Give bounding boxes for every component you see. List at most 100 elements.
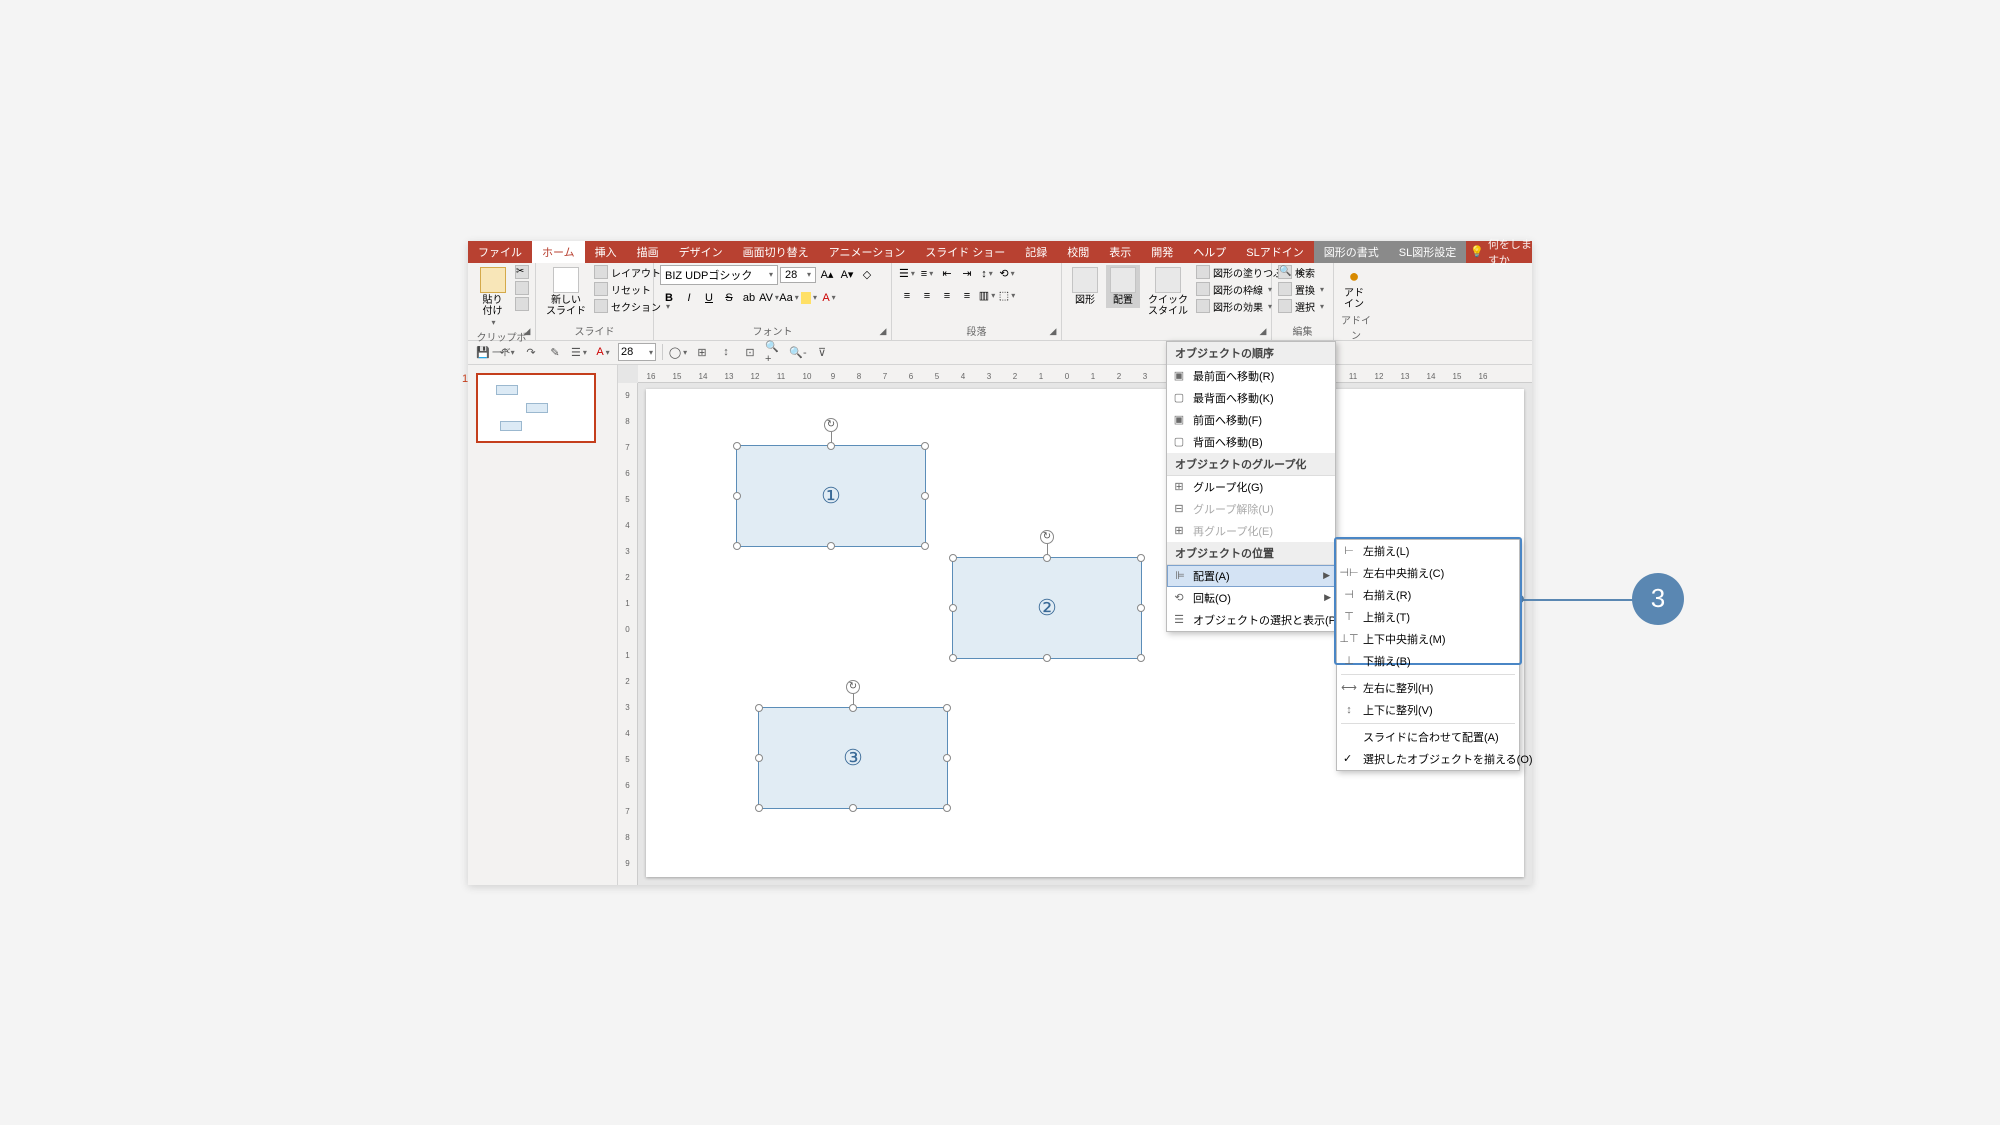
columns-button[interactable]: ▥▾ [978, 287, 996, 305]
menu-header-group: オブジェクトのグループ化 [1167, 453, 1335, 476]
case-button[interactable]: Aa▾ [780, 289, 798, 307]
align-left[interactable]: ⊢左揃え(L) [1337, 540, 1519, 562]
highlight-button[interactable]: ▾ [800, 289, 818, 307]
eraser-icon: ◇ [863, 268, 871, 281]
tab-draw[interactable]: 描画 [627, 241, 669, 263]
numbering-button[interactable]: ≡▾ [918, 265, 936, 283]
indent-dec-button[interactable]: ⇤ [938, 265, 956, 283]
qat-icon-1[interactable]: ✎ [546, 343, 564, 361]
group[interactable]: ⊞グループ化(G) [1167, 476, 1335, 498]
drawing-dialog-launcher[interactable]: ◢ [1257, 326, 1269, 338]
tab-view[interactable]: 表示 [1099, 241, 1141, 263]
strike-button[interactable]: S [720, 289, 738, 307]
format-painter-button[interactable] [515, 297, 529, 311]
tab-animations[interactable]: アニメーション [819, 241, 916, 263]
tab-help[interactable]: ヘルプ [1183, 241, 1236, 263]
font-dialog-launcher[interactable]: ◢ [877, 326, 889, 338]
align-center-h[interactable]: ⊣⊢左右中央揃え(C) [1337, 562, 1519, 584]
align-bottom[interactable]: ⊥下揃え(B) [1337, 650, 1519, 672]
tab-home[interactable]: ホーム [532, 241, 585, 263]
qat-distribute[interactable]: ↕ [717, 343, 735, 361]
tab-slideshow[interactable]: スライド ショー [915, 241, 1015, 263]
new-slide-button[interactable]: 新しい スライド [542, 265, 590, 319]
selection-pane[interactable]: ☰オブジェクトの選択と表示(P)... [1167, 609, 1335, 631]
justify-button[interactable]: ≡ [958, 287, 976, 305]
qat-align[interactable]: ⊞ [693, 343, 711, 361]
cut-button[interactable]: ✂ [515, 265, 529, 279]
increase-font-button[interactable]: A▴ [818, 266, 836, 284]
distribute-v[interactable]: ↕上下に整列(V) [1337, 699, 1519, 721]
shapes-button[interactable]: 図形 [1068, 265, 1102, 308]
quick-styles-button[interactable]: クイック スタイル [1144, 265, 1192, 319]
qat-fontcolor[interactable]: A▾ [594, 343, 612, 361]
tab-developer[interactable]: 開発 [1141, 241, 1183, 263]
spacing-button[interactable]: AV▾ [760, 289, 778, 307]
qat-bullets[interactable]: ☰▾ [570, 343, 588, 361]
bring-to-front[interactable]: ▣最前面へ移動(R) [1167, 365, 1335, 387]
shadow-button[interactable]: ab [740, 289, 758, 307]
italic-button[interactable]: I [680, 289, 698, 307]
align-submenu[interactable]: ⊫配置(A)▶ [1167, 565, 1335, 587]
align-center-button[interactable]: ≡ [918, 287, 936, 305]
tell-me-search[interactable]: 💡 何をしますか [1470, 241, 1532, 263]
align-left-button[interactable]: ≡ [898, 287, 916, 305]
replace-button[interactable]: 置換▾ [1278, 282, 1324, 297]
send-to-back[interactable]: ▢最背面へ移動(K) [1167, 387, 1335, 409]
tab-transitions[interactable]: 画面切り替え [733, 241, 819, 263]
select-button[interactable]: 選択▾ [1278, 299, 1324, 314]
tab-record[interactable]: 記録 [1015, 241, 1057, 263]
qat-zoomin[interactable]: 🔍+ [765, 343, 783, 361]
send-backward[interactable]: ▢背面へ移動(B) [1167, 431, 1335, 453]
bullets-button[interactable]: ☰▾ [898, 265, 916, 283]
align-icon: ⊫ [1172, 568, 1188, 584]
qat-crop[interactable]: ⊡ [741, 343, 759, 361]
decrease-font-button[interactable]: A▾ [838, 266, 856, 284]
font-color-button[interactable]: A▾ [820, 289, 838, 307]
qat-customize[interactable]: ⊽ [813, 343, 831, 361]
tab-file[interactable]: ファイル [468, 241, 532, 263]
underline-button[interactable]: U [700, 289, 718, 307]
rotation-handle-icon[interactable] [1040, 530, 1054, 544]
paragraph-dialog-launcher[interactable]: ◢ [1047, 326, 1059, 338]
shape-1[interactable]: ① [736, 445, 926, 547]
paste-button[interactable]: 貼り付け ▾ [474, 265, 511, 330]
copy-button[interactable] [515, 281, 529, 295]
line-spacing-button[interactable]: ↕▾ [978, 265, 996, 283]
align-right[interactable]: ⊣右揃え(R) [1337, 584, 1519, 606]
arrange-button[interactable]: 配置 [1106, 265, 1140, 308]
clipboard-dialog-launcher[interactable]: ◢ [521, 326, 533, 338]
slide-thumbnail-1[interactable] [476, 373, 596, 443]
align-to-slide[interactable]: スライドに合わせて配置(A) [1337, 726, 1519, 748]
align-right-button[interactable]: ≡ [938, 287, 956, 305]
tab-review[interactable]: 校閲 [1057, 241, 1099, 263]
smartart-button[interactable]: ⬚▾ [998, 287, 1016, 305]
bold-button[interactable]: B [660, 289, 678, 307]
qat-shape[interactable]: ◯▾ [669, 343, 687, 361]
text-direction-button[interactable]: ⟲▾ [998, 265, 1016, 283]
qat-fontsize[interactable]: 28▾ [618, 343, 656, 361]
tab-slshape[interactable]: SL図形設定 [1389, 241, 1466, 263]
clear-format-button[interactable]: ◇ [858, 266, 876, 284]
rotation-handle-icon[interactable] [846, 680, 860, 694]
align-to-selected[interactable]: ✓選択したオブジェクトを揃える(O) [1337, 748, 1519, 770]
distribute-h[interactable]: ⟷左右に整列(H) [1337, 677, 1519, 699]
align-top[interactable]: ⊤上揃え(T) [1337, 606, 1519, 628]
tab-format[interactable]: 図形の書式 [1314, 241, 1389, 263]
font-name-combo[interactable]: BIZ UDPゴシック▾ [660, 265, 778, 285]
rotation-handle-icon[interactable] [824, 418, 838, 432]
font-size-combo[interactable]: 28▾ [780, 267, 816, 283]
outline-icon [1196, 282, 1210, 296]
indent-inc-button[interactable]: ⇥ [958, 265, 976, 283]
bring-forward[interactable]: ▣前面へ移動(F) [1167, 409, 1335, 431]
addins-button[interactable]: ●アド イン [1340, 265, 1368, 313]
shape-3[interactable]: ③ [758, 707, 948, 809]
tab-sladdin[interactable]: SLアドイン [1236, 241, 1313, 263]
find-button[interactable]: 🔍検索 [1278, 265, 1324, 280]
tab-insert[interactable]: 挿入 [585, 241, 627, 263]
shape-2[interactable]: ② [952, 557, 1142, 659]
rotate-submenu[interactable]: ⟲回転(O)▶ [1167, 587, 1335, 609]
qat-zoomout[interactable]: 🔍- [789, 343, 807, 361]
tab-design[interactable]: デザイン [669, 241, 733, 263]
replace-icon [1278, 282, 1292, 296]
align-middle[interactable]: ⊥⊤上下中央揃え(M) [1337, 628, 1519, 650]
